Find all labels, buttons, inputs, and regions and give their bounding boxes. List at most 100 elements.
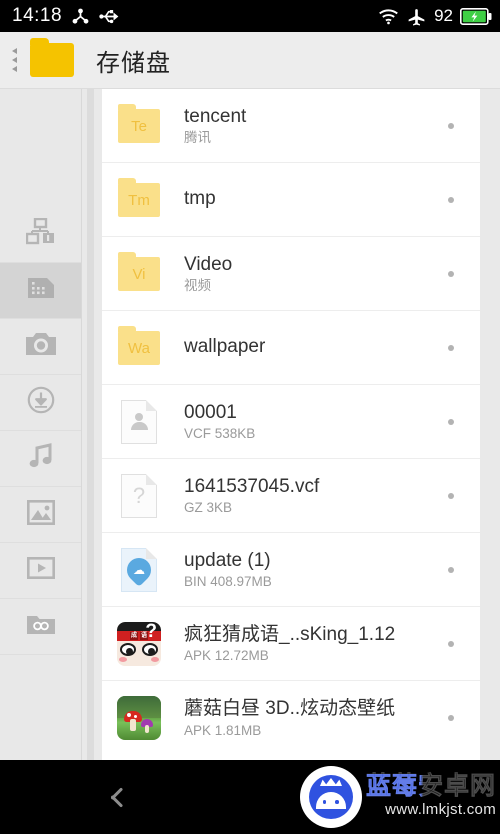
- update-file-icon: ☁: [116, 547, 162, 593]
- content-area: Te tencent 腾讯 Tm tmp Vi Video 视频 Wa wall…: [0, 89, 500, 760]
- sidebar-item-music[interactable]: [0, 431, 81, 487]
- more-dot-icon[interactable]: [448, 344, 454, 351]
- more-dot-icon[interactable]: [448, 492, 454, 499]
- more-dot-icon[interactable]: [448, 196, 454, 203]
- more-dot-icon[interactable]: [448, 418, 454, 425]
- folder-icon: [30, 38, 74, 77]
- list-item[interactable]: 00001 VCF 538KB: [102, 385, 480, 459]
- list-item-subtitle: 视频: [184, 278, 211, 294]
- watermark: 蓝莓安卓网 www.lmkjst.com: [299, 760, 500, 834]
- list-item-subtitle: 腾讯: [184, 130, 211, 146]
- list-item[interactable]: Wa wallpaper: [102, 311, 480, 385]
- status-bar: 14:18 92: [0, 0, 500, 32]
- sdcard-icon: [26, 275, 56, 306]
- navigation-bar: 蓝莓安卓网 www.lmkjst.com: [0, 760, 500, 834]
- android-robot-icon: [299, 766, 362, 828]
- more-dot-icon[interactable]: [448, 566, 454, 573]
- list-item-text: 00001 VCF 538KB: [184, 401, 448, 443]
- list-item-title: 00001: [184, 401, 237, 423]
- list-item-text: update (1) BIN 408.97MB: [184, 549, 448, 591]
- list-item-text: 蘑菇白昼 3D..炫动态壁纸 APK 1.81MB: [184, 697, 448, 739]
- breadcrumb-arrows-icon[interactable]: [4, 48, 24, 72]
- download-circle-icon: [27, 386, 55, 419]
- more-dot-icon[interactable]: [448, 122, 454, 129]
- list-item-text: wallpaper: [184, 335, 448, 361]
- more-dot-icon[interactable]: [448, 270, 454, 277]
- video-play-icon: [26, 556, 55, 584]
- music-note-icon: [27, 442, 55, 475]
- apps-grid-icon: [25, 217, 56, 251]
- sidebar-item-sdcard[interactable]: [0, 263, 81, 319]
- list-item-subtitle: APK 12.72MB: [184, 648, 269, 664]
- list-item-title: 蘑菇白昼 3D..炫动态壁纸: [184, 698, 396, 720]
- status-bar-left: 14:18: [8, 5, 378, 27]
- sidebar-item-downloads[interactable]: [0, 375, 81, 431]
- list-item[interactable]: Tm tmp: [102, 163, 480, 237]
- list-item[interactable]: 蘑菇白昼 3D..炫动态壁纸 APK 1.81MB: [102, 681, 480, 755]
- apk-wallpaper-icon: [116, 695, 162, 741]
- battery-charging-icon: [460, 7, 492, 25]
- watermark-text: 蓝莓安卓网 www.lmkjst.com: [366, 774, 500, 820]
- usb-icon: [99, 8, 120, 25]
- scrollbar[interactable]: [87, 89, 94, 760]
- more-dot-icon[interactable]: [448, 715, 454, 721]
- list-item-text: Video 视频: [184, 253, 448, 295]
- back-chevron-icon[interactable]: [96, 780, 130, 814]
- file-list: Te tencent 腾讯 Tm tmp Vi Video 视频 Wa wall…: [102, 89, 480, 760]
- sidebar-item-categories[interactable]: [0, 207, 81, 263]
- list-item[interactable]: Te tencent 腾讯: [102, 89, 480, 163]
- apk-game-icon: 成语 ?: [116, 621, 162, 667]
- more-dot-icon[interactable]: [448, 640, 454, 647]
- list-item-title: tmp: [184, 187, 216, 209]
- list-item[interactable]: 成语 ? 疯狂猜成语_..sKing_1.12 APK 12.72MB: [102, 607, 480, 681]
- camera-icon: [25, 331, 57, 362]
- list-item-subtitle: GZ 3KB: [184, 500, 233, 516]
- list-item-text: 疯狂猜成语_..sKing_1.12 APK 12.72MB: [184, 623, 448, 665]
- list-item-text: tmp: [184, 187, 448, 213]
- list-item-title: tencent: [184, 105, 247, 127]
- app-header: 存储盘: [0, 32, 500, 89]
- folder-icon: Vi: [116, 251, 162, 297]
- list-item-title: wallpaper: [184, 335, 266, 357]
- list-item-subtitle: APK 1.81MB: [184, 722, 262, 738]
- list-item-text: tencent 腾讯: [184, 105, 448, 147]
- unknown-file-icon: ?: [116, 473, 162, 519]
- list-item[interactable]: ☁ update (1) BIN 408.97MB: [102, 533, 480, 607]
- sidebar-filler: [0, 655, 81, 760]
- list-item-text: 1641537045.vcf GZ 3KB: [184, 475, 448, 517]
- question-mark-glyph: ?: [132, 482, 146, 508]
- folder-glasses-icon: [26, 612, 56, 641]
- watermark-site-url: www.lmkjst.com: [385, 801, 496, 819]
- sidebar-item-documents[interactable]: [0, 599, 81, 655]
- share-nodes-icon: [71, 7, 90, 26]
- list-item-title: 1641537045.vcf: [184, 475, 320, 497]
- folder-badge: Wa: [128, 340, 150, 357]
- folder-badge: Tm: [128, 192, 150, 209]
- image-icon: [26, 499, 55, 530]
- sidebar-item-pictures[interactable]: [0, 487, 81, 543]
- list-item-title: update (1): [184, 549, 271, 571]
- list-item[interactable]: ? 1641537045.vcf GZ 3KB: [102, 459, 480, 533]
- list-item-title: 疯狂猜成语_..sKing_1.12: [184, 623, 396, 645]
- wifi-icon: [378, 8, 399, 25]
- list-item-subtitle: BIN 408.97MB: [184, 574, 272, 590]
- watermark-site-name: 蓝莓安卓网: [365, 772, 496, 801]
- list-item[interactable]: Vi Video 视频: [102, 237, 480, 311]
- battery-percent: 92: [434, 6, 453, 25]
- list-item-title: Video: [184, 253, 233, 275]
- sidebar-item-videos[interactable]: [0, 543, 81, 599]
- file-list-container: Te tencent 腾讯 Tm tmp Vi Video 视频 Wa wall…: [82, 89, 500, 760]
- contact-file-icon: [116, 399, 162, 445]
- status-bar-right: 92: [378, 6, 492, 27]
- folder-badge: Te: [131, 118, 147, 135]
- sidebar-item-camera[interactable]: [0, 319, 81, 375]
- folder-icon: Tm: [116, 177, 162, 223]
- status-time: 14:18: [12, 5, 63, 26]
- airplane-icon: [406, 6, 427, 27]
- folder-badge: Vi: [132, 266, 146, 283]
- sidebar: [0, 89, 82, 760]
- page-title: 存储盘: [96, 49, 171, 77]
- folder-icon: Te: [116, 103, 162, 149]
- folder-icon: Wa: [116, 325, 162, 371]
- list-item-subtitle: VCF 538KB: [184, 426, 256, 442]
